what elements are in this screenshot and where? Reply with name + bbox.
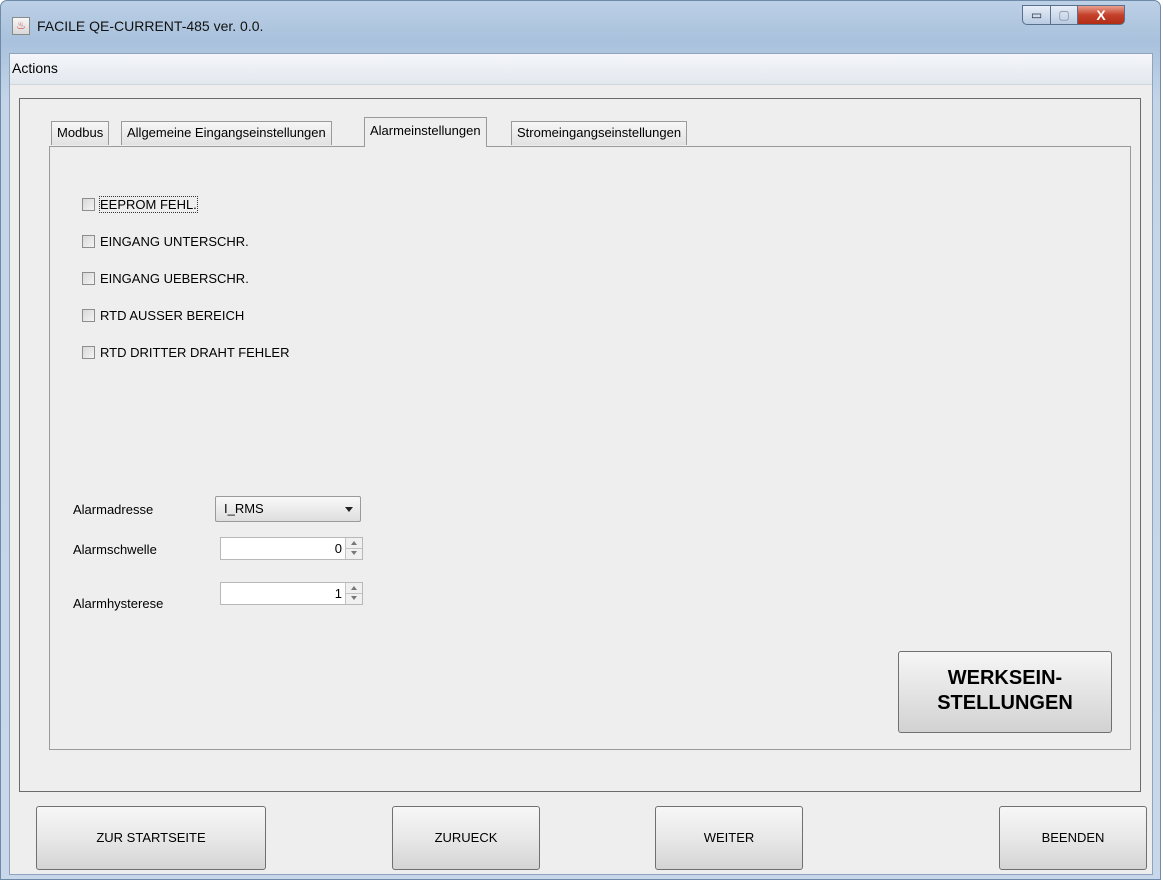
factory-settings-label-line2: STELLUNGEN bbox=[937, 692, 1073, 714]
quit-button[interactable]: BEENDEN bbox=[999, 806, 1147, 870]
checkbox-label: RTD DRITTER DRAHT FEHLER bbox=[100, 345, 290, 360]
maximize-button[interactable]: ▢ bbox=[1050, 5, 1078, 25]
checkbox-label: RTD AUSSER BEREICH bbox=[100, 308, 245, 323]
menu-actions[interactable]: Actions bbox=[12, 60, 58, 76]
checkbox[interactable] bbox=[82, 309, 95, 322]
title-bar[interactable]: ♨ FACILE QE-CURRENT-485 ver. 0.0. ▭ ▢ X bbox=[1, 1, 1162, 51]
checkbox[interactable] bbox=[82, 235, 95, 248]
java-cup-icon: ♨ bbox=[12, 17, 30, 35]
alarm-threshold-value: 0 bbox=[334, 541, 342, 556]
spinner-buttons bbox=[345, 538, 362, 559]
factory-settings-button[interactable]: WERKSEIN- STELLUNGEN bbox=[898, 651, 1112, 733]
checkbox-label: EEPROM FEHL. bbox=[99, 196, 198, 213]
next-button[interactable]: WEITER bbox=[655, 806, 803, 870]
alarm-threshold-spinner[interactable]: 0 bbox=[220, 537, 363, 560]
chevron-down-icon bbox=[345, 507, 353, 512]
alarm-hysteresis-label: Alarmhysterese bbox=[73, 596, 164, 611]
minimize-button[interactable]: ▭ bbox=[1022, 5, 1051, 25]
checkbox[interactable] bbox=[82, 346, 95, 359]
spinner-down-arrow-icon[interactable] bbox=[346, 593, 362, 603]
alarm-address-value: I_RMS bbox=[224, 501, 264, 516]
checkbox-label: EINGANG UNTERSCHR. bbox=[100, 234, 249, 249]
checkbox[interactable] bbox=[82, 198, 95, 211]
factory-settings-label-line1: WERKSEIN- bbox=[947, 667, 1063, 689]
checkbox[interactable] bbox=[82, 272, 95, 285]
alarm-address-label: Alarmadresse bbox=[73, 502, 154, 517]
tab-allgemeine-eingangseinstellungen[interactable]: Allgemeine Eingangseinstellungen bbox=[121, 121, 332, 145]
client-area: Actions Modbus Allgemeine Eingangseinste… bbox=[9, 53, 1153, 875]
back-button[interactable]: ZURUECK bbox=[392, 806, 540, 870]
window-title: FACILE QE-CURRENT-485 ver. 0.0. bbox=[37, 18, 264, 34]
alarm-address-select[interactable]: I_RMS bbox=[215, 496, 361, 522]
home-button[interactable]: ZUR STARTSEITE bbox=[36, 806, 266, 870]
spinner-buttons bbox=[345, 583, 362, 604]
alarm-threshold-label: Alarmschwelle bbox=[73, 542, 157, 557]
alarm-hysteresis-value: 1 bbox=[334, 586, 342, 601]
application-window: ♨ FACILE QE-CURRENT-485 ver. 0.0. ▭ ▢ X … bbox=[0, 0, 1161, 880]
tab-alarmeinstellungen[interactable]: Alarmeinstellungen bbox=[364, 117, 487, 147]
checkbox-label: EINGANG UEBERSCHR. bbox=[100, 271, 249, 286]
alarm-hysteresis-spinner[interactable]: 1 bbox=[220, 582, 363, 605]
tab-modbus[interactable]: Modbus bbox=[51, 121, 110, 145]
spinner-down-arrow-icon[interactable] bbox=[346, 548, 362, 558]
close-button[interactable]: X bbox=[1077, 5, 1125, 25]
tab-stromeingangseinstellungen[interactable]: Stromeingangseinstellungen bbox=[511, 121, 688, 145]
menu-bar: Actions bbox=[10, 54, 1152, 85]
